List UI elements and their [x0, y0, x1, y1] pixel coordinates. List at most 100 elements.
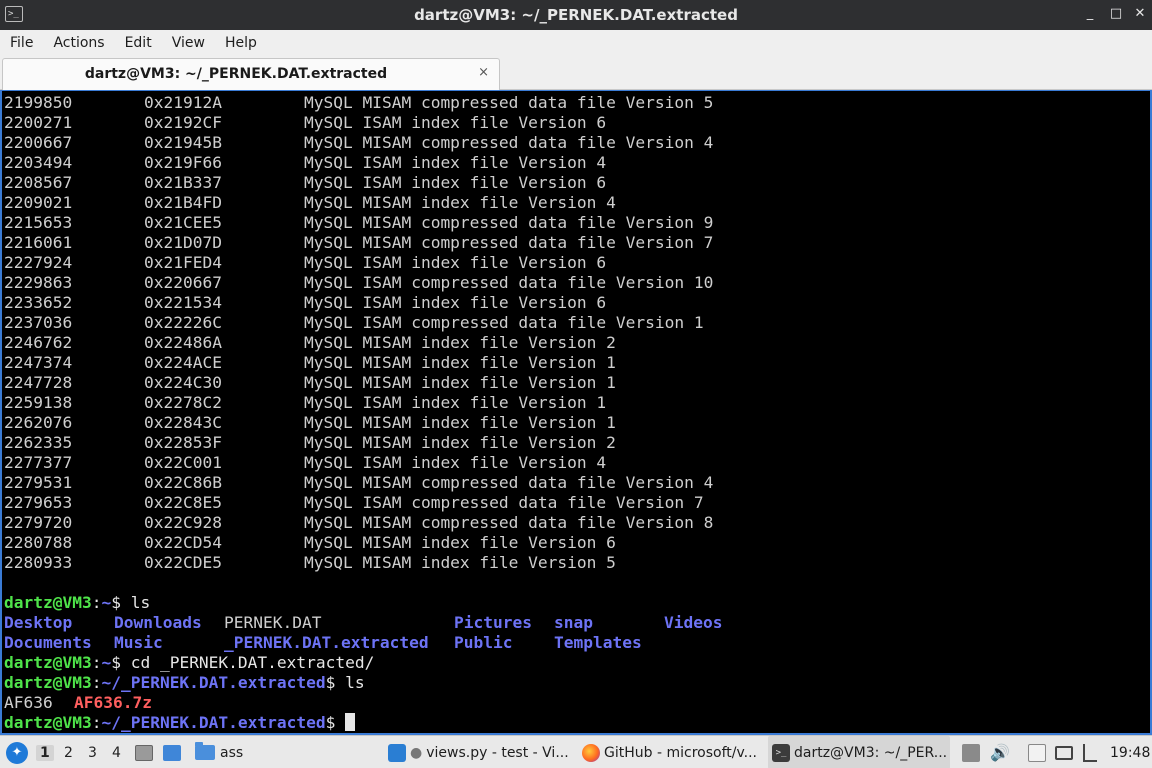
tray-display[interactable] [1055, 736, 1073, 768]
tray-clipboard[interactable] [1028, 736, 1046, 768]
scan-hex: 0x220667 [144, 273, 222, 292]
scan-decimal: 2203494 [4, 153, 73, 172]
prompt-user: dartz@VM3 [4, 653, 92, 672]
directory-entry: Videos [664, 613, 723, 632]
start-menu-button[interactable]: ✦ [6, 736, 28, 768]
directory-entry: Documents [4, 633, 92, 652]
workspace-2[interactable]: 2 [60, 745, 77, 761]
scan-row: 2237036 0x22226C MySQL ISAM compressed dat… [4, 313, 744, 333]
scan-decimal: 2233652 [4, 293, 73, 312]
scan-description: MySQL MISAM compressed data file Version… [304, 133, 714, 152]
show-desktop-button[interactable] [135, 736, 153, 768]
menu-edit[interactable]: Edit [115, 30, 162, 56]
directory-entry: Templates [554, 633, 642, 652]
scan-row: 2279653 0x22C8E5 MySQL ISAM compressed dat… [4, 493, 744, 513]
scan-row: 2215653 0x21CEE5 MySQL MISAM compressed da… [4, 213, 744, 233]
scan-description: MySQL MISAM index file Version 2 [304, 333, 616, 352]
tab-close-icon[interactable]: × [478, 65, 489, 80]
terminal-lines: 2199850 0x21912A MySQL MISAM compressed da… [4, 93, 744, 733]
task-terminal[interactable]: >_ dartz@VM3: ~/_PER... [768, 736, 950, 768]
tray-volume[interactable]: 🔊 [990, 736, 1010, 768]
start-menu-icon: ✦ [6, 741, 28, 764]
scan-hex: 0x2192CF [144, 113, 222, 132]
scan-description: MySQL ISAM compressed data file Version … [304, 273, 714, 292]
desktop-icon [135, 744, 153, 761]
ls-output-row: Documents Music _PERNEK.DAT.extracted Publi… [4, 633, 744, 653]
scan-hex: 0x21D07D [144, 233, 222, 252]
scan-row: 2199850 0x21912A MySQL MISAM compressed da… [4, 93, 744, 113]
scan-decimal: 2209021 [4, 193, 73, 212]
workspace-4[interactable]: 4 [108, 745, 125, 761]
task-firefox[interactable]: GitHub - microsoft/v... [578, 736, 757, 768]
workspace-3[interactable]: 3 [84, 745, 101, 761]
scan-decimal: 2277377 [4, 453, 73, 472]
tab-bar: dartz@VM3: ~/_PERNEK.DAT.extracted × [0, 56, 1152, 90]
unsaved-dot-icon: ● [410, 744, 423, 761]
scan-row: 2246762 0x22486A MySQL MISAM index file Ve… [4, 333, 744, 353]
scan-row: 2229863 0x220667 MySQL ISAM compressed dat… [4, 273, 744, 293]
scan-row: 2279720 0x22C928 MySQL MISAM compressed da… [4, 513, 744, 533]
prompt-user: dartz@VM3 [4, 713, 92, 732]
prompt-dollar: $ [325, 673, 336, 692]
task-vscode-label: views.py - test - Vi... [426, 744, 569, 761]
command-text: ls [120, 593, 151, 612]
folder-icon [195, 742, 215, 760]
scan-decimal: 2279720 [4, 513, 73, 532]
scan-description: MySQL MISAM index file Version 1 [304, 353, 616, 372]
window-icon [163, 744, 181, 761]
scan-decimal: 2246762 [4, 333, 73, 352]
ls-output-row: AF636 AF636.7z [4, 693, 744, 713]
scan-decimal: 2200667 [4, 133, 73, 152]
prompt-line: dartz@VM3:~/_PERNEK.DAT.extracted$ [4, 713, 744, 733]
task-vscode[interactable]: ● views.py - test - Vi... [384, 736, 569, 768]
terminal-output[interactable]: 2199850 0x21912A MySQL MISAM compressed da… [0, 90, 1152, 735]
terminal-icon: >_ [772, 743, 790, 762]
window-switcher-button[interactable] [163, 736, 181, 768]
prompt-dollar: $ [325, 713, 336, 732]
scan-hex: 0x21CEE5 [144, 213, 222, 232]
scan-hex: 0x22CD54 [144, 533, 222, 552]
scan-row: 2280933 0x22CDE5 MySQL MISAM index file Ve… [4, 553, 744, 573]
scan-decimal: 2215653 [4, 213, 73, 232]
directory-entry: Public [454, 633, 513, 652]
prompt-colon: : [91, 593, 102, 612]
clock[interactable]: 19:48 [1110, 745, 1150, 761]
prompt-user: dartz@VM3 [4, 673, 92, 692]
terminal-tab[interactable]: dartz@VM3: ~/_PERNEK.DAT.extracted × [2, 58, 500, 90]
menu-help[interactable]: Help [215, 30, 267, 56]
scan-description: MySQL MISAM index file Version 1 [304, 373, 616, 392]
menu-view[interactable]: View [162, 30, 215, 56]
folder-launcher[interactable]: ass [195, 736, 243, 768]
tray-updates[interactable] [962, 736, 980, 768]
vscode-icon [388, 743, 406, 762]
workspace-1[interactable]: 1 [36, 744, 54, 761]
menu-file[interactable]: File [0, 30, 43, 56]
close-button[interactable]: ✕ [1130, 4, 1150, 24]
scan-row: 2280788 0x22CD54 MySQL MISAM index file Ve… [4, 533, 744, 553]
scan-decimal: 2279653 [4, 493, 73, 512]
scan-row: 2227924 0x21FED4 MySQL ISAM index file Ver… [4, 253, 744, 273]
task-firefox-label: GitHub - microsoft/v... [604, 744, 758, 761]
scan-hex: 0x21945B [144, 133, 222, 152]
window-titlebar[interactable]: >_ dartz@VM3: ~/_PERNEK.DAT.extracted _ … [0, 0, 1152, 30]
tray-network[interactable] [1083, 736, 1097, 768]
firefox-icon [582, 743, 600, 762]
prompt-line: dartz@VM3:~$ ls [4, 593, 744, 613]
scan-description: MySQL ISAM index file Version 6 [304, 253, 607, 272]
prompt-colon: : [91, 653, 102, 672]
file-entry: AF636 [4, 693, 53, 712]
menu-actions[interactable]: Actions [43, 30, 114, 56]
prompt-dollar: $ [111, 593, 121, 612]
maximize-button[interactable]: □ [1106, 4, 1126, 24]
scan-description: MySQL ISAM index file Version 4 [304, 453, 607, 472]
scan-description: MySQL MISAM compressed data file Version… [304, 473, 714, 492]
scan-description: MySQL MISAM compressed data file Version… [304, 93, 714, 112]
prompt-line: dartz@VM3:~/_PERNEK.DAT.extracted$ ls [4, 673, 744, 693]
scan-hex: 0x2278C2 [144, 393, 222, 412]
scan-decimal: 2262335 [4, 433, 73, 452]
scan-hex: 0x21B337 [144, 173, 222, 192]
tab-label: dartz@VM3: ~/_PERNEK.DAT.extracted [84, 66, 388, 82]
scan-decimal: 2227924 [4, 253, 73, 272]
minimize-button[interactable]: _ [1080, 4, 1100, 24]
